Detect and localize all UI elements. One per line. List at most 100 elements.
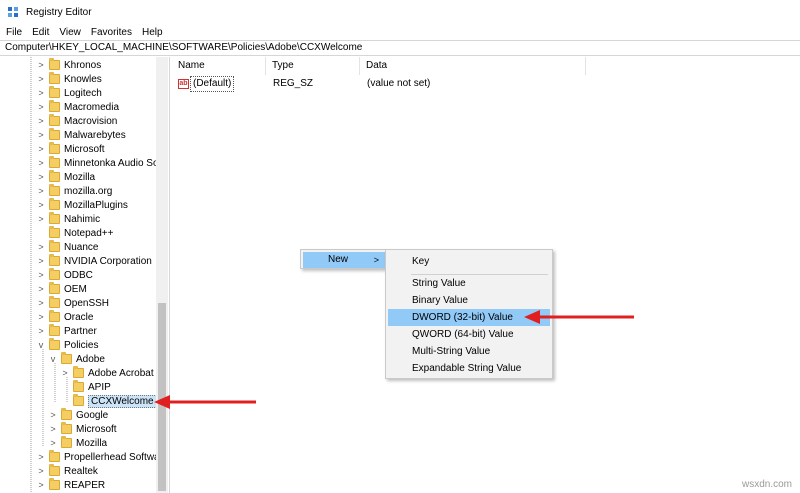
- chevron-down-icon[interactable]: v: [48, 354, 58, 364]
- menu-file[interactable]: File: [5, 27, 28, 38]
- tree-item[interactable]: > Adobe Acrobat: [60, 366, 154, 380]
- title-bar: Registry Editor: [0, 0, 800, 24]
- chevron-right-icon[interactable]: >: [36, 326, 46, 336]
- menu-bar: File Edit View Favorites Help: [0, 24, 800, 40]
- submenu-dword-value[interactable]: DWORD (32-bit) Value: [388, 309, 550, 326]
- folder-icon: [73, 366, 84, 378]
- tree-item-label: Google: [76, 409, 109, 421]
- chevron-down-icon[interactable]: v: [36, 340, 46, 350]
- address-bar[interactable]: Computer\HKEY_LOCAL_MACHINE\SOFTWARE\Pol…: [0, 40, 800, 56]
- tree-item[interactable]: > Nahimic: [36, 212, 100, 226]
- chevron-right-icon[interactable]: >: [36, 102, 46, 112]
- tree-item[interactable]: v Adobe: [48, 352, 105, 366]
- submenu-string-value[interactable]: String Value: [388, 275, 550, 292]
- window-title: Registry Editor: [26, 6, 92, 18]
- tree-item[interactable]: > Mozilla: [48, 436, 107, 450]
- tree-item[interactable]: > Partner: [36, 324, 97, 338]
- chevron-right-icon[interactable]: >: [36, 116, 46, 126]
- tree-item[interactable]: > OEM: [36, 282, 87, 296]
- chevron-right-icon[interactable]: >: [60, 368, 70, 378]
- tree-item[interactable]: > Microsoft: [36, 142, 105, 156]
- tree-item[interactable]: > Microsoft: [48, 422, 117, 436]
- tree-item[interactable]: > Macrovision: [36, 114, 117, 128]
- tree-item[interactable]: CCXWelcome: [60, 394, 157, 408]
- folder-icon: [61, 352, 72, 364]
- tree-item[interactable]: > Propellerhead Softwar: [36, 450, 163, 464]
- folder-icon: [49, 450, 60, 462]
- menu-view[interactable]: View: [58, 27, 87, 38]
- chevron-right-icon[interactable]: >: [36, 200, 46, 210]
- column-header-data[interactable]: Data: [360, 57, 586, 75]
- tree-item[interactable]: > OpenSSH: [36, 296, 109, 310]
- chevron-right-icon[interactable]: >: [36, 466, 46, 476]
- context-menu-new[interactable]: New >: [303, 252, 385, 268]
- value-type: REG_SZ: [273, 78, 314, 89]
- tree-scrollbar-thumb[interactable]: [158, 303, 166, 491]
- tree-item[interactable]: > ODBC: [36, 268, 93, 282]
- chevron-right-icon[interactable]: >: [36, 144, 46, 154]
- chevron-right-icon[interactable]: >: [48, 438, 58, 448]
- folder-icon: [49, 128, 60, 140]
- tree-item[interactable]: v Policies: [36, 338, 98, 352]
- tree-item-label: Knowles: [64, 73, 102, 85]
- tree-item[interactable]: > MozillaPlugins: [36, 198, 128, 212]
- chevron-right-icon[interactable]: >: [36, 312, 46, 322]
- chevron-right-icon[interactable]: >: [36, 172, 46, 182]
- submenu-qword-value[interactable]: QWORD (64-bit) Value: [388, 326, 550, 343]
- tree-item[interactable]: > Malwarebytes: [36, 128, 126, 142]
- chevron-right-icon[interactable]: >: [36, 186, 46, 196]
- tree-item-label: CCXWelcome: [88, 394, 157, 408]
- tree-item[interactable]: > Mozilla: [36, 170, 95, 184]
- tree-item[interactable]: Notepad++: [36, 226, 114, 240]
- chevron-right-icon[interactable]: >: [36, 452, 46, 462]
- menu-edit[interactable]: Edit: [31, 27, 55, 38]
- chevron-right-icon[interactable]: >: [48, 410, 58, 420]
- value-name[interactable]: (Default): [190, 76, 235, 92]
- chevron-right-icon[interactable]: >: [36, 130, 46, 140]
- chevron-right-icon[interactable]: >: [36, 158, 46, 168]
- folder-icon: [49, 268, 60, 280]
- chevron-right-icon[interactable]: >: [36, 60, 46, 70]
- column-header-type[interactable]: Type: [266, 57, 360, 75]
- folder-icon: [49, 114, 60, 126]
- tree-item-label: NVIDIA Corporation: [64, 255, 152, 267]
- menu-favorites[interactable]: Favorites: [90, 27, 138, 38]
- tree-item-label: Microsoft: [64, 143, 105, 155]
- tree-item[interactable]: > Logitech: [36, 86, 102, 100]
- chevron-right-icon[interactable]: >: [36, 298, 46, 308]
- folder-icon: [61, 436, 72, 448]
- tree-item[interactable]: > Google: [48, 408, 108, 422]
- chevron-right-icon[interactable]: >: [36, 74, 46, 84]
- tree-item-label: Macromedia: [64, 101, 120, 113]
- chevron-right-icon[interactable]: >: [36, 270, 46, 280]
- tree-item[interactable]: > Macromedia: [36, 100, 119, 114]
- chevron-right-icon[interactable]: >: [36, 480, 46, 490]
- chevron-right-icon[interactable]: >: [36, 256, 46, 266]
- chevron-right-icon[interactable]: >: [36, 88, 46, 98]
- chevron-right-icon[interactable]: >: [36, 284, 46, 294]
- submenu-expandable-string-value[interactable]: Expandable String Value: [388, 360, 550, 377]
- tree-item-label: APIP: [88, 381, 111, 393]
- new-submenu: Key String Value Binary Value DWORD (32-…: [385, 249, 553, 379]
- submenu-binary-value[interactable]: Binary Value: [388, 292, 550, 309]
- tree-item[interactable]: APIP: [60, 380, 111, 394]
- submenu-multi-string-value[interactable]: Multi-String Value: [388, 343, 550, 360]
- column-header-name[interactable]: Name: [172, 57, 266, 75]
- chevron-right-icon[interactable]: >: [36, 214, 46, 224]
- registry-tree[interactable]: > Khronos > Knowles > Logitech > Macromedia > Mac…: [0, 57, 170, 493]
- chevron-right-icon[interactable]: >: [48, 424, 58, 434]
- tree-item-label: OEM: [64, 283, 87, 295]
- submenu-key[interactable]: Key: [388, 253, 550, 270]
- menu-help[interactable]: Help: [141, 27, 169, 38]
- tree-item[interactable]: > REAPER: [36, 478, 105, 492]
- tree-item[interactable]: > Oracle: [36, 310, 93, 324]
- tree-item[interactable]: > Minnetonka Audio So: [36, 156, 159, 170]
- tree-item[interactable]: > Knowles: [36, 72, 102, 86]
- tree-item[interactable]: > Realtek: [36, 464, 98, 478]
- tree-item[interactable]: > Nuance: [36, 240, 98, 254]
- tree-item[interactable]: > mozilla.org: [36, 184, 112, 198]
- tree-item[interactable]: > NVIDIA Corporation: [36, 254, 152, 268]
- tree-scrollbar[interactable]: [156, 57, 168, 493]
- tree-item[interactable]: > Khronos: [36, 58, 101, 72]
- chevron-right-icon[interactable]: >: [36, 242, 46, 252]
